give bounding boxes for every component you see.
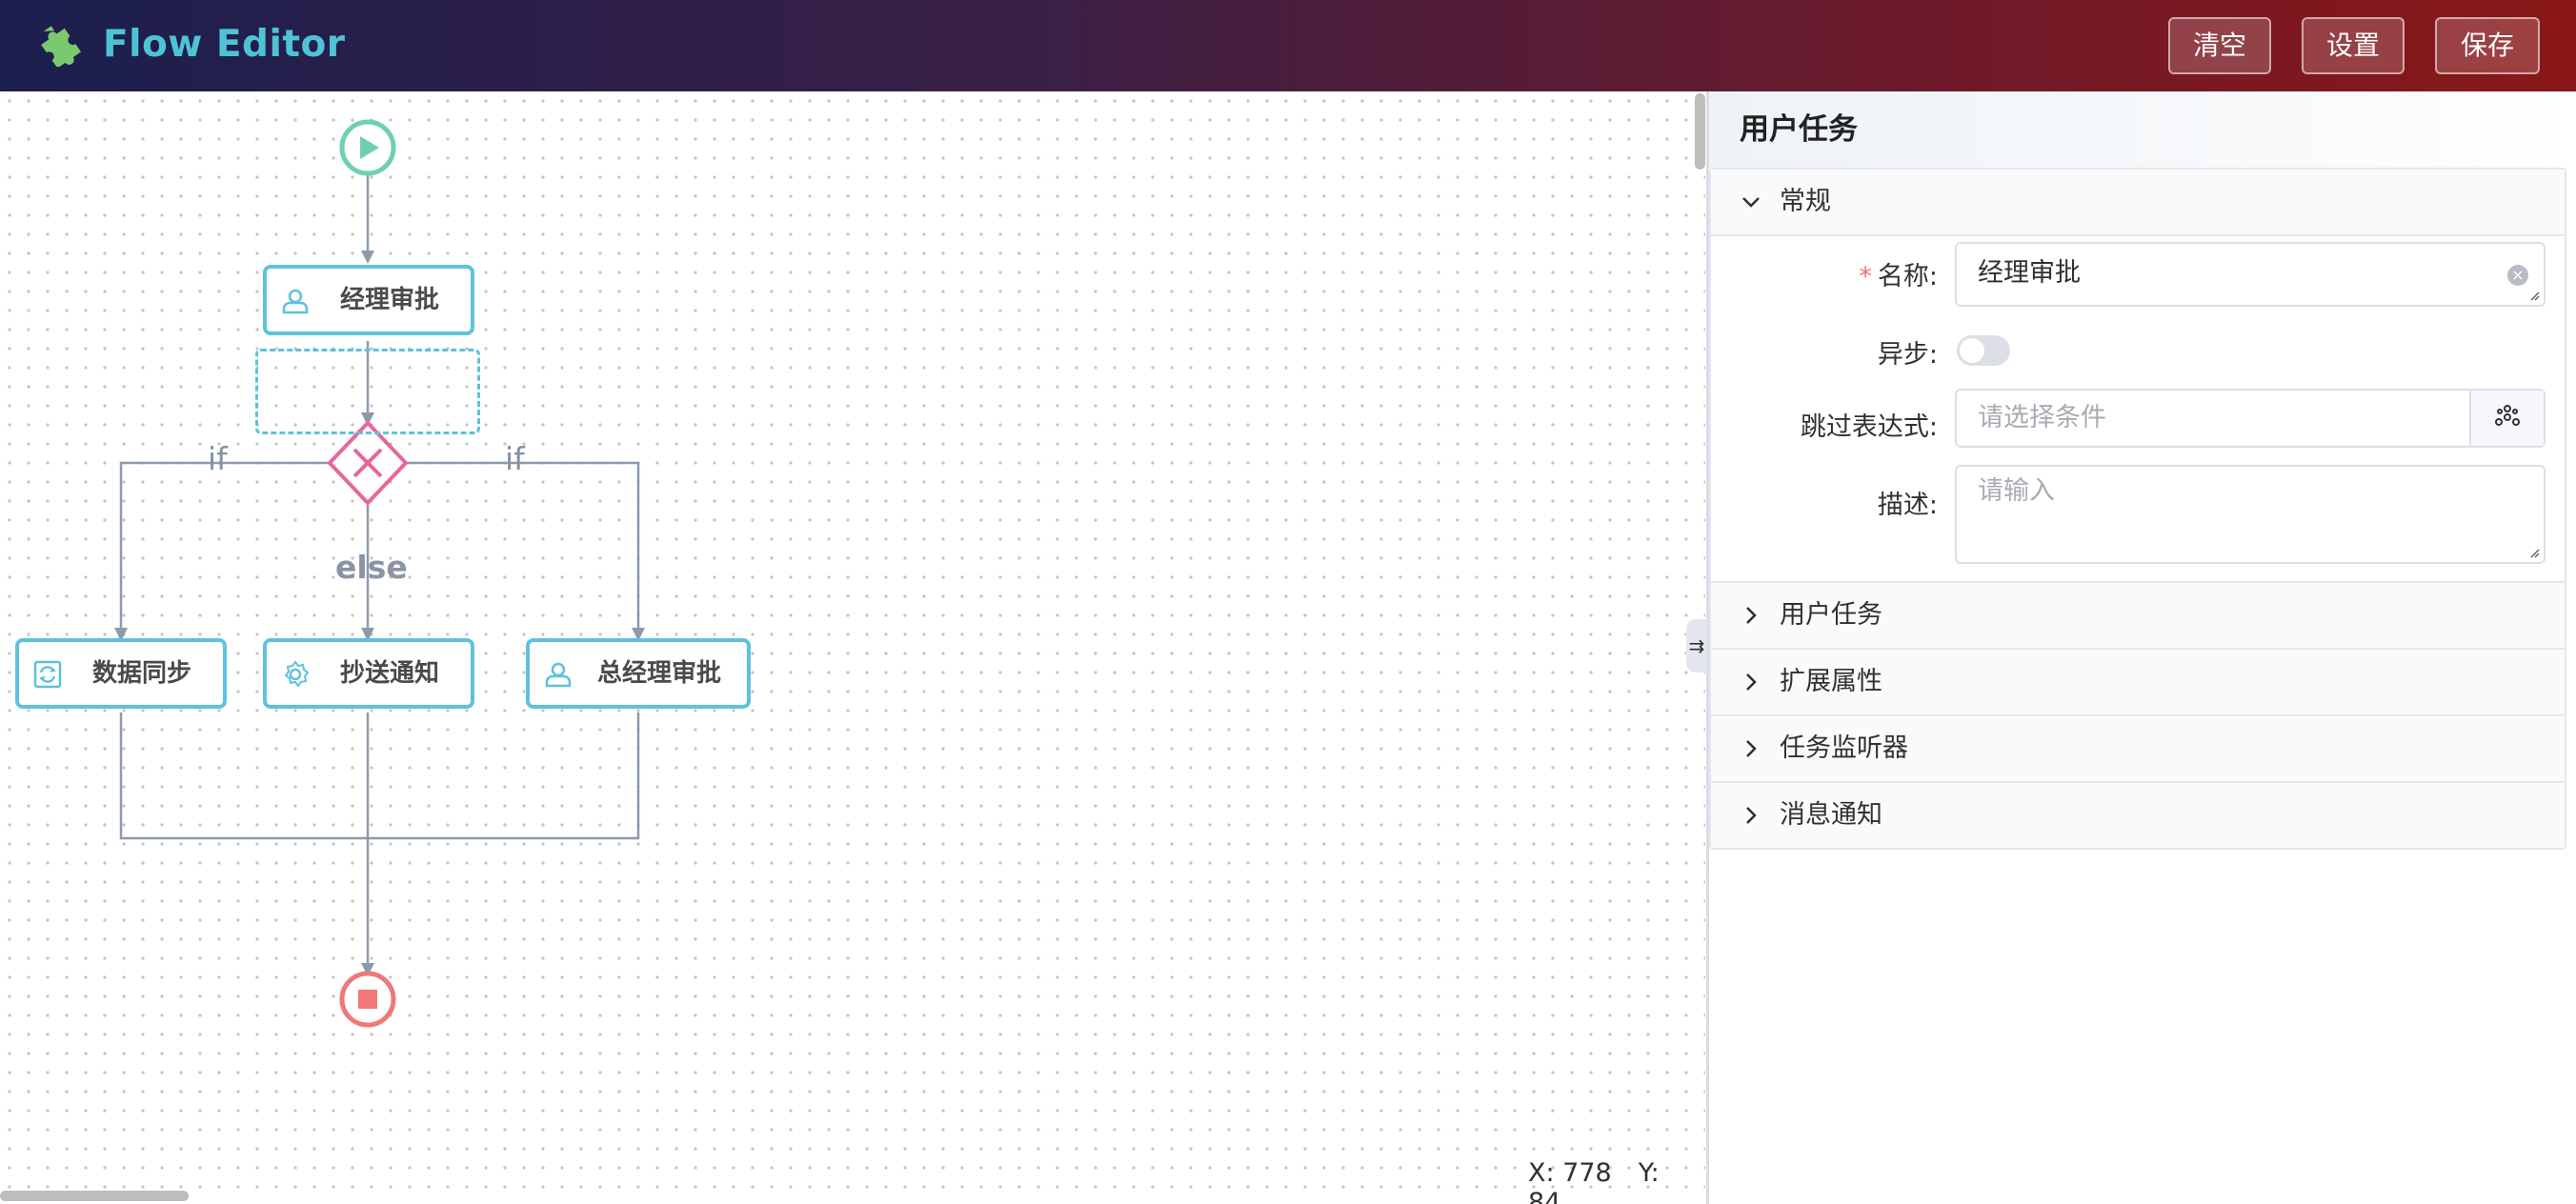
settings-button[interactable]: 设置 <box>2302 17 2405 74</box>
exclusive-gateway-icon <box>327 420 409 506</box>
node-cc-notify[interactable]: 抄送通知 <box>263 638 474 709</box>
section-extension: 扩展属性 <box>1711 650 2565 716</box>
skip-expression-input[interactable]: 请选择条件 <box>1955 389 2546 448</box>
node-label: 数据同步 <box>91 659 191 688</box>
selection-outline <box>255 349 480 434</box>
section-general-header[interactable]: 常规 <box>1711 170 2565 234</box>
section-label: 常规 <box>1780 187 1831 216</box>
puzzle-logo-icon <box>41 26 81 67</box>
section-notify-header[interactable]: 消息通知 <box>1711 783 2565 848</box>
name-value: 经理审批 <box>1978 258 2081 288</box>
flow-canvas[interactable]: if if else 经理审批 数据同步 抄送通知 总经理审批 X: 778 Y… <box>0 91 1705 1204</box>
description-label: 描述: <box>1877 491 1938 520</box>
flow-label-else: else <box>335 549 408 586</box>
section-listeners: 任务监听器 <box>1711 716 2565 783</box>
node-gm-approval[interactable]: 总经理审批 <box>526 638 751 709</box>
async-switch[interactable] <box>1957 335 2010 366</box>
coord-x: X: 778 <box>1528 1158 1612 1188</box>
edge-merge <box>119 712 640 840</box>
cluster-icon <box>2495 405 2520 426</box>
condition-picker-button[interactable] <box>2469 391 2544 446</box>
section-general-body: * 名称: 经理审批 × 异步: 跳过表达式: 请选择条件 描述: 请输入 <box>1711 234 2565 581</box>
node-manager-approval[interactable]: 经理审批 <box>263 265 474 335</box>
description-textarea[interactable]: 请输入 <box>1955 465 2546 564</box>
chevron-right-icon <box>1746 607 1757 624</box>
chevron-right-icon <box>1746 673 1757 691</box>
async-label: 异步: <box>1877 340 1938 370</box>
clear-button[interactable]: 清空 <box>2168 17 2271 74</box>
section-general: 常规 * 名称: 经理审批 × 异步: 跳过表达式: 请选择条件 描述: 请输入 <box>1711 170 2565 583</box>
section-notify: 消息通知 <box>1711 783 2565 848</box>
start-event-icon <box>339 119 396 176</box>
edge-gateway-to-gm <box>406 461 645 641</box>
resize-handle-icon[interactable] <box>2528 290 2540 301</box>
name-field[interactable]: 经理审批 × <box>1955 242 2546 307</box>
section-user-task: 用户任务 <box>1711 583 2565 650</box>
panel-title: 用户任务 <box>1709 91 2576 168</box>
node-label: 抄送通知 <box>339 659 439 688</box>
section-label: 扩展属性 <box>1780 667 1882 696</box>
chevron-down-icon <box>1742 197 1760 208</box>
chevron-right-icon <box>1746 807 1757 824</box>
description-placeholder: 请输入 <box>1978 476 2055 506</box>
end-event-icon <box>339 971 396 1028</box>
edge-gateway-to-sync <box>114 461 330 641</box>
section-label: 用户任务 <box>1780 600 1882 630</box>
section-label: 消息通知 <box>1780 800 1882 830</box>
section-label: 任务监听器 <box>1780 733 1908 763</box>
name-label: * 名称: <box>1859 262 1938 291</box>
properties-panel: 用户任务 常规 * 名称: 经理审批 × 异步: 跳过表达式: 请选择条件 描述… <box>1709 91 2576 1204</box>
canvas-vertical-scrollbar[interactable] <box>1695 93 1705 170</box>
clear-icon[interactable]: × <box>2507 265 2528 286</box>
node-data-sync[interactable]: 数据同步 <box>15 638 227 709</box>
resize-handle-icon[interactable] <box>2528 547 2540 558</box>
cursor-coordinates: X: 778 Y: 84 <box>1528 1158 1705 1204</box>
skip-expression-placeholder: 请选择条件 <box>1978 403 2106 432</box>
section-listeners-header[interactable]: 任务监听器 <box>1711 716 2565 781</box>
panel-collapse-handle[interactable]: ⇉ <box>1686 619 1707 672</box>
node-label: 总经理审批 <box>596 659 721 688</box>
section-extension-header[interactable]: 扩展属性 <box>1711 650 2565 714</box>
skip-expression-label: 跳过表达式: <box>1800 412 1938 442</box>
app-title: Flow Editor <box>103 23 346 66</box>
flow-label-if-left: if <box>208 440 228 477</box>
section-user-task-header[interactable]: 用户任务 <box>1711 583 2565 648</box>
app-header: Flow Editor 清空 设置 保存 <box>0 0 2576 91</box>
chevron-right-icon <box>1746 740 1757 757</box>
flow-label-if-right: if <box>505 440 525 477</box>
flow-edges <box>114 119 645 1028</box>
node-label: 经理审批 <box>339 286 439 314</box>
save-button[interactable]: 保存 <box>2435 17 2540 74</box>
property-sections: 常规 * 名称: 经理审批 × 异步: 跳过表达式: 请选择条件 描述: 请输入… <box>1709 168 2566 850</box>
canvas-horizontal-scrollbar[interactable] <box>0 1191 189 1201</box>
